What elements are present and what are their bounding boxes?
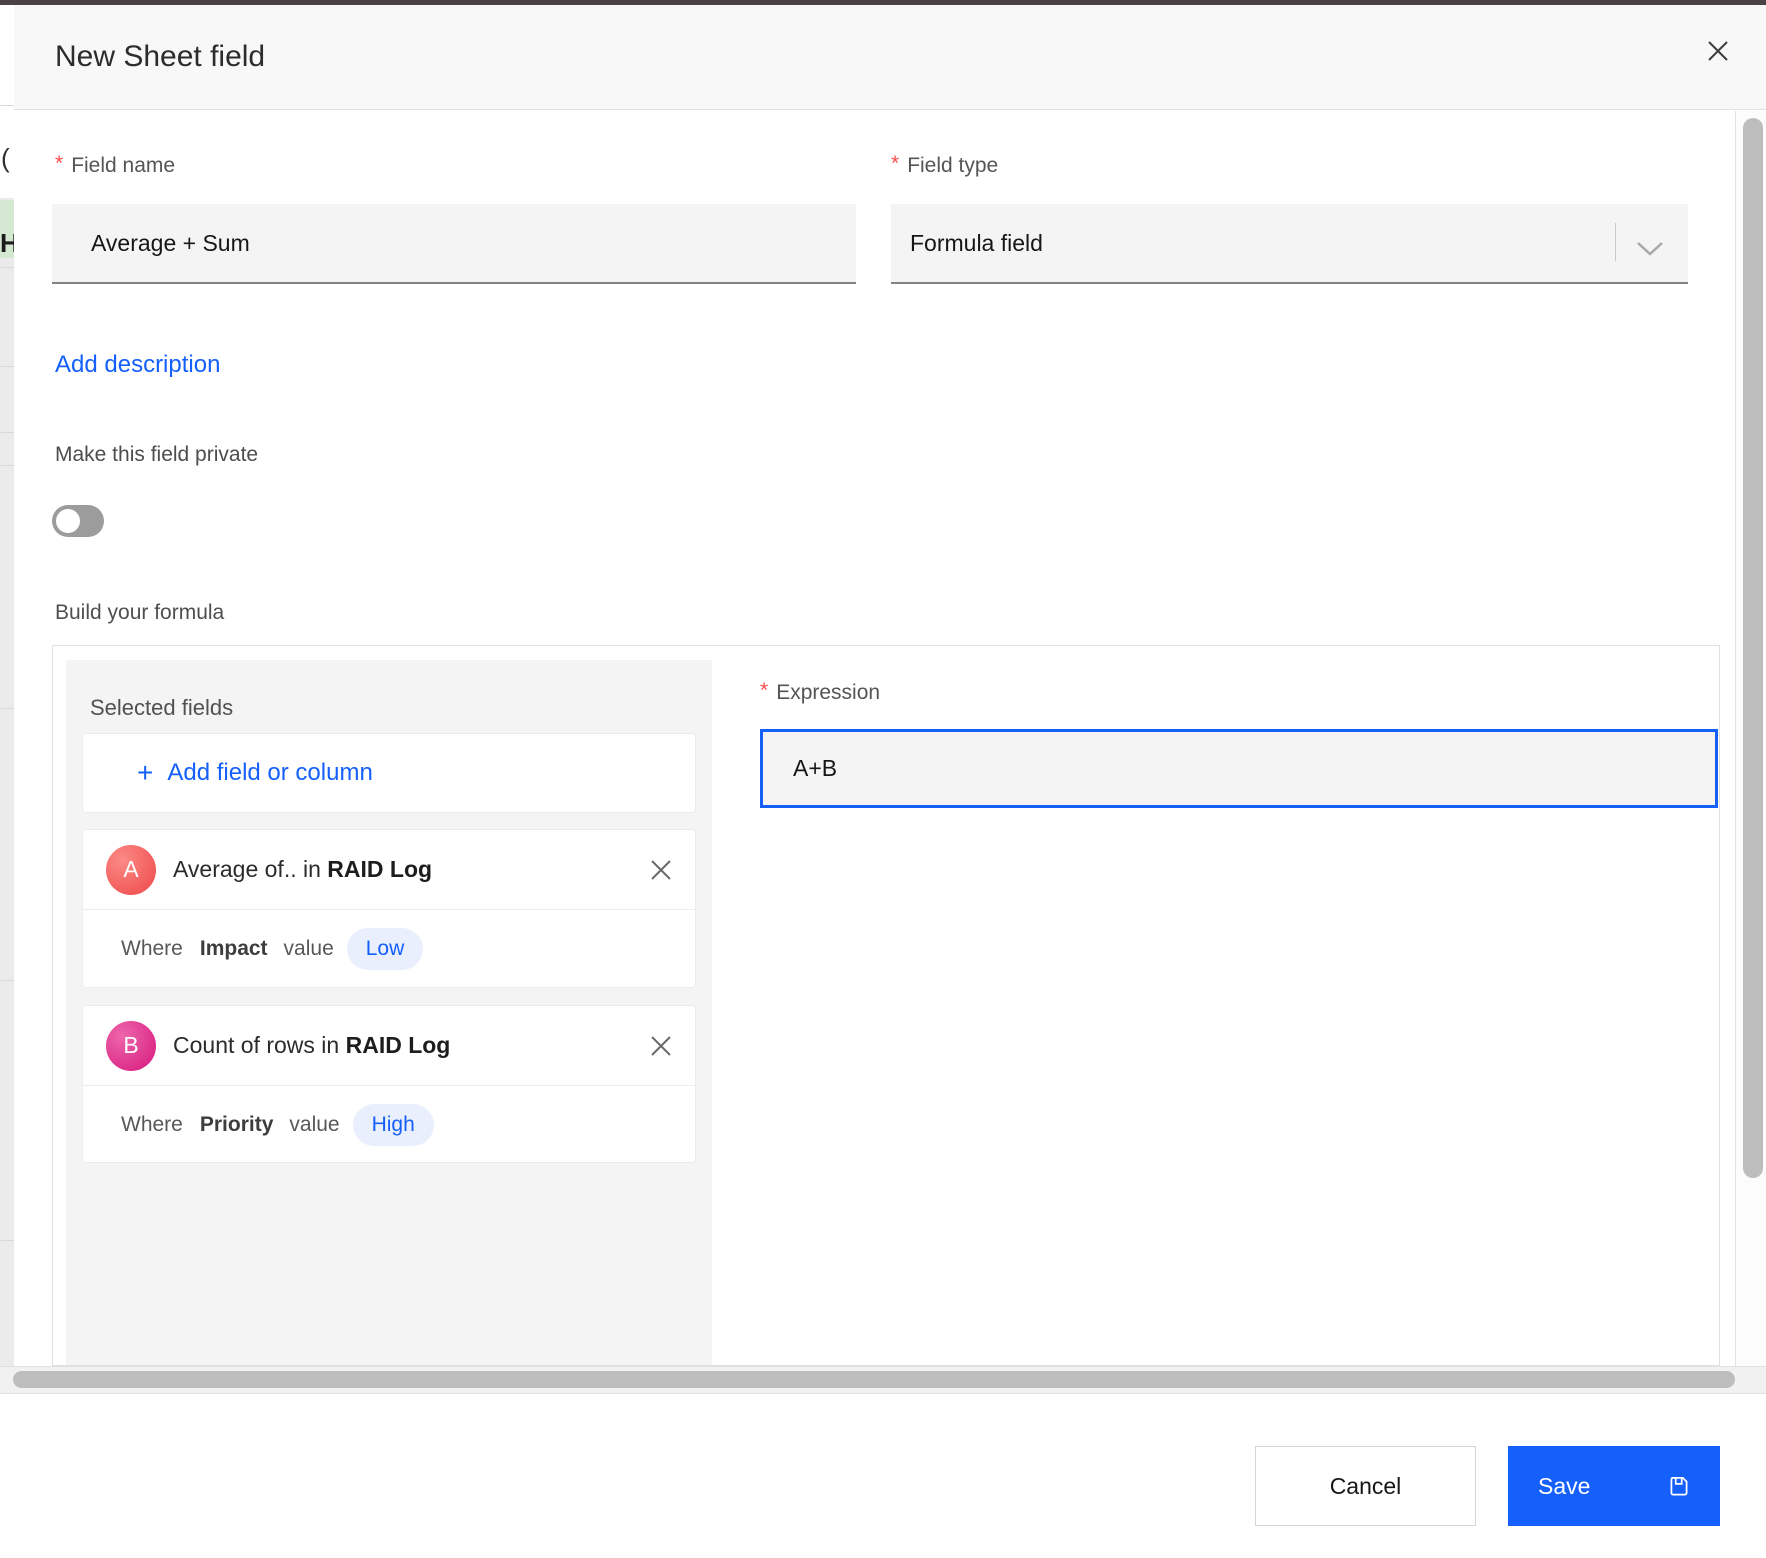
selected-fields-label: Selected fields bbox=[90, 695, 234, 720]
expression-input[interactable]: A+B bbox=[760, 729, 1718, 808]
save-button-label: Save bbox=[1538, 1472, 1591, 1499]
horizontal-scrollbar bbox=[0, 1366, 1766, 1394]
grid-line bbox=[0, 980, 14, 981]
field-a-title-prefix: Average of.. in bbox=[173, 856, 321, 882]
where-label: Where bbox=[121, 937, 183, 960]
close-icon bbox=[651, 859, 671, 880]
where-value-pill[interactable]: Low bbox=[346, 928, 424, 970]
expression-value: A+B bbox=[793, 755, 838, 781]
sheet-partial-text: ( bbox=[1, 143, 10, 173]
expression-label-text: Expression bbox=[776, 681, 881, 704]
remove-field-b-button[interactable] bbox=[643, 1028, 679, 1064]
field-name-input[interactable]: Average + Sum bbox=[52, 204, 856, 284]
dialog-title: New Sheet field bbox=[55, 40, 266, 73]
plus-icon: + bbox=[137, 757, 154, 788]
card-header: B Count of rows in RAID Log bbox=[83, 1006, 695, 1085]
field-b-where-row: Where Priority value High bbox=[83, 1086, 695, 1164]
make-private-label: Make this field private bbox=[55, 443, 259, 466]
formula-field-card-a: A Average of.. in RAID Log Where Impact … bbox=[82, 829, 696, 988]
cancel-button[interactable]: Cancel bbox=[1255, 1446, 1476, 1526]
screen: ( H New Sheet field * Field name Average… bbox=[0, 0, 1766, 1558]
select-divider bbox=[1615, 223, 1616, 261]
grid-line bbox=[0, 105, 14, 106]
field-a-badge: A bbox=[106, 844, 156, 895]
dialog-close-button[interactable] bbox=[1694, 27, 1742, 75]
expression-label: * Expression bbox=[760, 679, 880, 707]
required-asterisk: * bbox=[891, 152, 900, 175]
card-header: A Average of.. in RAID Log bbox=[83, 830, 695, 909]
where-column: Impact bbox=[199, 937, 268, 960]
where-value-label: value bbox=[289, 1113, 340, 1136]
required-asterisk: * bbox=[760, 679, 769, 702]
dialog-header: New Sheet field bbox=[14, 5, 1766, 110]
save-button[interactable]: Save bbox=[1508, 1446, 1720, 1526]
field-b-badge: B bbox=[106, 1020, 156, 1071]
toggle-knob bbox=[56, 509, 80, 533]
grid-line bbox=[0, 366, 14, 367]
field-type-label: * Field type bbox=[891, 152, 998, 180]
field-name-value: Average + Sum bbox=[91, 229, 250, 256]
field-type-label-text: Field type bbox=[907, 154, 999, 177]
field-name-label-text: Field name bbox=[71, 154, 176, 177]
field-a-where-row: Where Impact value Low bbox=[83, 910, 695, 988]
grid-line bbox=[0, 708, 14, 709]
grid-line bbox=[0, 465, 14, 466]
dialog-footer bbox=[0, 1394, 1766, 1558]
background-sheet-sliver: ( H bbox=[0, 5, 14, 1558]
build-formula-label: Build your formula bbox=[55, 601, 225, 624]
field-b-title-prefix: Count of rows in bbox=[173, 1032, 340, 1058]
cancel-button-label: Cancel bbox=[1329, 1472, 1402, 1499]
close-icon bbox=[1708, 41, 1728, 61]
remove-field-a-button[interactable] bbox=[643, 852, 679, 888]
add-field-label: Add field or column bbox=[167, 759, 373, 786]
add-description-link[interactable]: Add description bbox=[55, 350, 220, 380]
where-value-pill[interactable]: High bbox=[352, 1104, 434, 1146]
where-label: Where bbox=[121, 1113, 183, 1136]
vertical-scrollbar bbox=[1735, 111, 1766, 1366]
grid-line bbox=[0, 1240, 14, 1241]
field-type-value: Formula field bbox=[910, 229, 1043, 256]
sheet-green-cell: H bbox=[0, 200, 14, 258]
grid-line bbox=[0, 267, 14, 268]
grid-line bbox=[0, 432, 14, 433]
field-a-source: RAID Log bbox=[327, 856, 433, 882]
vertical-scrollbar-thumb[interactable] bbox=[1743, 118, 1763, 1178]
save-floppy-icon bbox=[1666, 1473, 1692, 1505]
sheet-partial-text: H bbox=[0, 228, 14, 258]
where-value-label: value bbox=[283, 937, 334, 960]
where-column: Priority bbox=[199, 1113, 274, 1136]
field-name-label: * Field name bbox=[55, 152, 175, 180]
horizontal-scrollbar-thumb[interactable] bbox=[13, 1371, 1735, 1388]
field-b-title: Count of rows in RAID Log bbox=[173, 1032, 450, 1059]
required-asterisk: * bbox=[55, 152, 64, 175]
add-field-or-column-button[interactable]: + Add field or column bbox=[82, 733, 696, 813]
formula-field-card-b: B Count of rows in RAID Log Where Priori… bbox=[82, 1005, 696, 1163]
make-private-toggle[interactable] bbox=[52, 505, 104, 537]
field-type-select[interactable]: Formula field bbox=[891, 204, 1688, 284]
chevron-down-icon bbox=[1636, 236, 1664, 263]
close-icon bbox=[651, 1035, 671, 1056]
field-a-title: Average of.. in RAID Log bbox=[173, 856, 432, 883]
field-b-source: RAID Log bbox=[345, 1032, 451, 1058]
